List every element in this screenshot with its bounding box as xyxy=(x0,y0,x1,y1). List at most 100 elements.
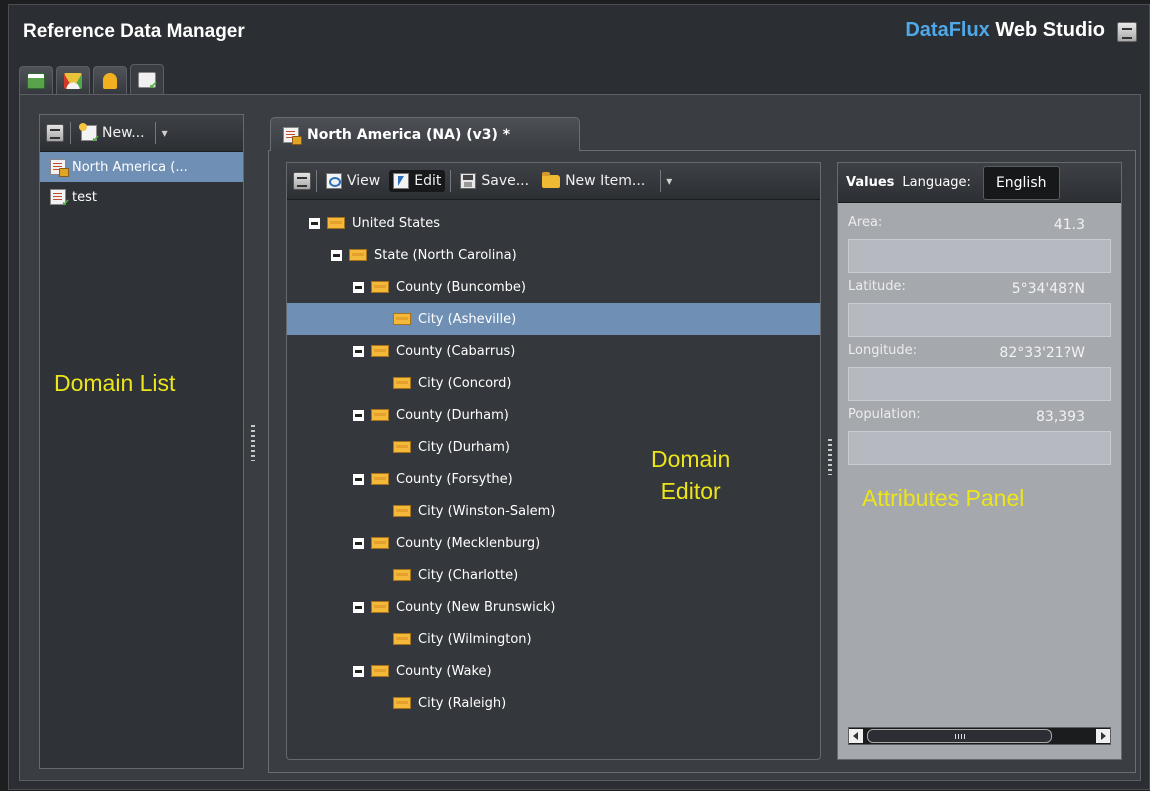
attribute-value: 5°34'48?N xyxy=(1011,281,1085,297)
tree-node[interactable]: State (North Carolina) xyxy=(287,239,820,271)
attribute-longitude: Longitude: 82°33'21?W xyxy=(838,331,1121,401)
collapse-icon[interactable] xyxy=(331,249,342,261)
population-field[interactable] xyxy=(848,431,1111,465)
domain-icon xyxy=(50,189,70,209)
right-splitter-handle[interactable] xyxy=(828,439,832,475)
edit-label: Edit xyxy=(414,173,442,189)
collapse-icon[interactable] xyxy=(353,601,364,613)
collapse-icon[interactable] xyxy=(353,345,364,357)
attributes-panel: Values Language: English Area: 41.3 Lati… xyxy=(837,162,1122,760)
tab-north-america[interactable]: North America (NA) (v3) * xyxy=(270,117,580,151)
save-icon xyxy=(460,173,477,189)
tree-node[interactable]: United States xyxy=(287,207,820,239)
workspace: New... ▾ North America (... test Domain … xyxy=(19,94,1141,781)
tree-node[interactable]: County (Cabarrus) xyxy=(287,335,820,367)
app-menu-icon[interactable] xyxy=(1117,22,1137,42)
domain-tree: United States State (North Carolina) Count… xyxy=(287,207,820,719)
tree-node[interactable]: County (Forsythe) xyxy=(287,463,820,495)
tree-node-label: City (Concord) xyxy=(418,375,512,391)
language-select[interactable]: English xyxy=(982,165,1060,200)
tree-node-icon xyxy=(393,633,411,645)
tree-node-icon xyxy=(393,313,411,325)
toolbar-separator xyxy=(316,170,317,192)
brand-dataflux: DataFlux xyxy=(905,19,990,41)
domain-list-item[interactable]: test xyxy=(40,182,243,212)
tree-node[interactable]: City (Raleigh) xyxy=(287,687,820,719)
toolbar-separator xyxy=(154,122,156,144)
window-icon xyxy=(27,72,45,89)
view-label: View xyxy=(347,173,381,189)
tab-alerts[interactable] xyxy=(93,66,127,94)
tab-monitor[interactable] xyxy=(56,66,90,94)
edit-button[interactable]: Edit xyxy=(389,170,446,192)
new-item-label: New Item... xyxy=(565,173,646,189)
new-domain-icon xyxy=(79,123,100,145)
tree-node[interactable]: County (New Brunswick) xyxy=(287,591,820,623)
new-item-button[interactable]: New Item... xyxy=(538,170,649,192)
tree-node-icon xyxy=(327,217,345,229)
toolbar-separator xyxy=(70,122,71,144)
left-splitter-handle[interactable] xyxy=(251,425,255,461)
tree-node-label: City (Charlotte) xyxy=(418,567,519,583)
scroll-thumb[interactable] xyxy=(867,729,1052,743)
collapse-icon[interactable] xyxy=(353,473,364,485)
folder-icon xyxy=(542,171,561,188)
tree-node-label: United States xyxy=(352,215,441,231)
attribute-label: Latitude: xyxy=(848,279,906,294)
tab-values[interactable]: Values xyxy=(846,175,894,190)
edit-icon xyxy=(393,173,410,189)
tree-node[interactable]: County (Durham) xyxy=(287,399,820,431)
tree-node[interactable]: County (Mecklenburg) xyxy=(287,527,820,559)
tree-node-icon xyxy=(371,601,389,613)
collapse-icon[interactable] xyxy=(353,409,364,421)
tree-node-label: City (Asheville) xyxy=(418,311,517,327)
language-label: Language: xyxy=(902,175,971,190)
tab-reference-data[interactable] xyxy=(130,64,164,94)
domain-list-item-label: North America (... xyxy=(72,159,188,175)
attributes-toolbar: Values Language: English xyxy=(838,163,1121,203)
scroll-right-button[interactable] xyxy=(1096,729,1110,743)
brand-name: DataFlux Web Studio xyxy=(905,19,1105,42)
overflow-menu-icon[interactable]: ▾ xyxy=(162,126,168,140)
save-button[interactable]: Save... xyxy=(456,170,533,192)
tree-node[interactable]: City (Charlotte) xyxy=(287,559,820,591)
tree-node-icon xyxy=(371,281,389,293)
domain-list-panel: New... ▾ North America (... test Domain … xyxy=(39,114,244,769)
scroll-left-button[interactable] xyxy=(849,729,863,743)
tree-node[interactable]: County (Wake) xyxy=(287,655,820,687)
tab-home[interactable] xyxy=(19,66,53,94)
collapse-icon[interactable] xyxy=(353,281,364,293)
app-window: Reference Data Manager DataFlux Web Stud… xyxy=(8,4,1150,790)
view-icon xyxy=(326,173,342,189)
tree-node-label: County (Cabarrus) xyxy=(396,343,516,359)
collapse-icon[interactable] xyxy=(309,217,320,229)
domain-list-item[interactable]: North America (... xyxy=(40,152,243,182)
new-domain-button[interactable]: New... xyxy=(77,122,149,145)
tree-node-label: City (Durham) xyxy=(418,439,510,455)
domain-list-toolbar: New... ▾ xyxy=(40,115,243,152)
tree-node[interactable]: City (Wilmington) xyxy=(287,623,820,655)
domain-list-annotation: Domain List xyxy=(54,370,176,396)
tree-node[interactable]: County (Buncombe) xyxy=(287,271,820,303)
collapse-icon[interactable] xyxy=(353,665,364,677)
panel-menu-icon[interactable] xyxy=(46,124,64,142)
overflow-menu-icon[interactable]: ▾ xyxy=(666,174,672,188)
save-label: Save... xyxy=(481,173,530,189)
domain-editor-annotation-line: Domain xyxy=(651,446,731,472)
view-button[interactable]: View xyxy=(322,170,384,192)
tree-node-label: County (Forsythe) xyxy=(396,471,513,487)
tree-node-label: City (Wilmington) xyxy=(418,631,532,647)
editor-menu-icon[interactable] xyxy=(293,172,311,190)
tree-node-icon xyxy=(371,473,389,485)
editor-toolbar: View Edit Save... New Item... ▾ xyxy=(287,163,820,200)
attribute-value: 83,393 xyxy=(1036,409,1085,425)
horizontal-scrollbar[interactable] xyxy=(848,727,1111,745)
app-tab-bar xyxy=(19,64,164,94)
tree-node[interactable]: City (Concord) xyxy=(287,367,820,399)
tree-node[interactable]: City (Durham) xyxy=(287,431,820,463)
tree-node[interactable]: City (Asheville) xyxy=(287,303,820,335)
attribute-label: Longitude: xyxy=(848,343,918,358)
collapse-icon[interactable] xyxy=(353,537,364,549)
tree-node[interactable]: City (Winston-Salem) xyxy=(287,495,820,527)
domain-editor-annotation-line: Editor xyxy=(660,478,721,504)
